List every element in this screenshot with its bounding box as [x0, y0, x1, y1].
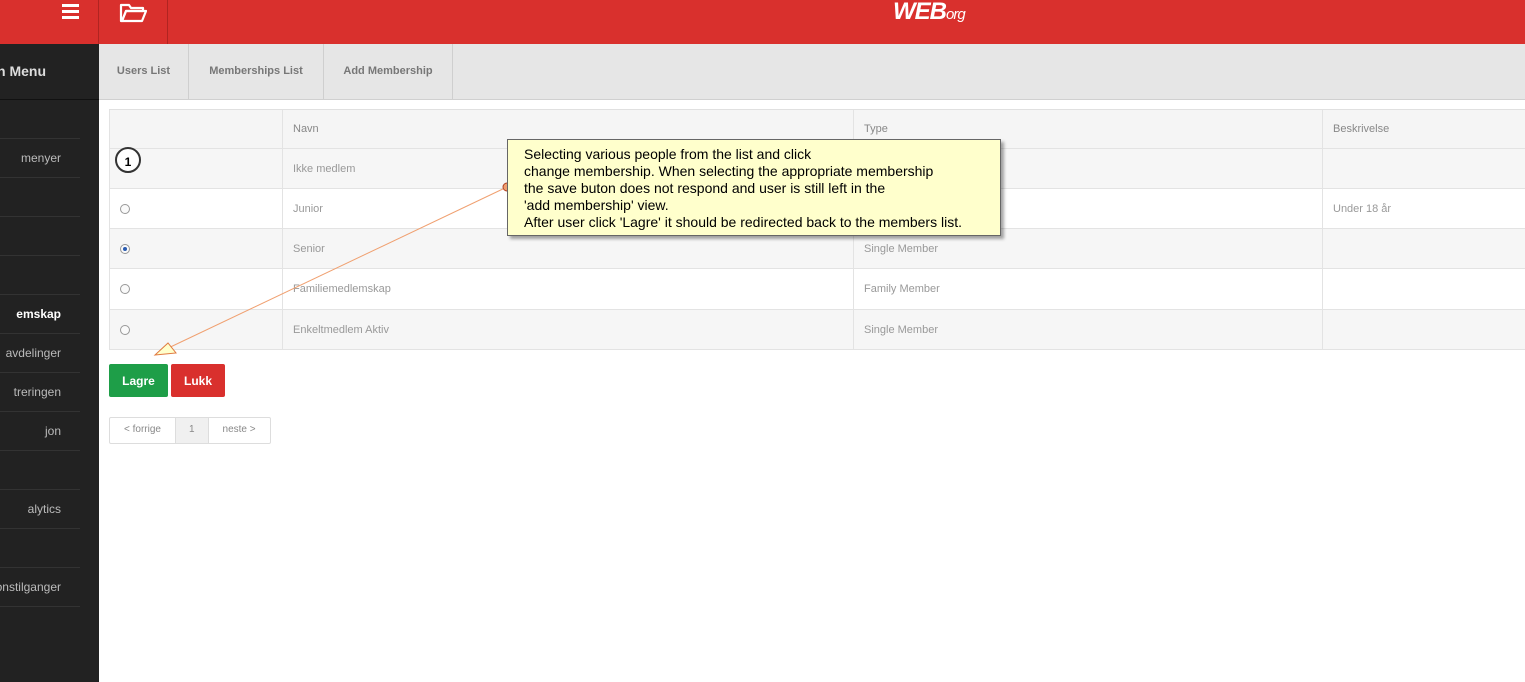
step-marker: 1: [115, 147, 141, 173]
annotation-line: 'add membership' view.: [524, 197, 669, 213]
annotation-line: After user click 'Lagre' it should be re…: [524, 214, 962, 230]
annotation-line: the save buton does not respond and user…: [524, 180, 886, 196]
annotation-note: Selecting various people from the list a…: [507, 139, 1001, 236]
annotation-arrow: [153, 182, 512, 356]
annotation-line: Selecting various people from the list a…: [524, 146, 812, 162]
annotation-line: change membership. When selecting the ap…: [524, 163, 934, 179]
